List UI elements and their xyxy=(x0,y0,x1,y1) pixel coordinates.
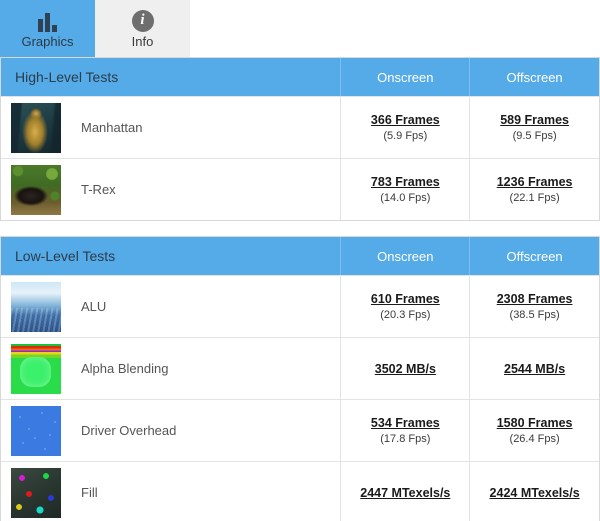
onscreen-score-cell[interactable]: 366 Frames (5.9 Fps) xyxy=(340,97,469,158)
column-header-offscreen: Offscreen xyxy=(469,237,599,275)
table-row: Manhattan 366 Frames (5.9 Fps) 589 Frame… xyxy=(1,96,599,158)
score-value[interactable]: 2424 MTexels/s xyxy=(490,486,580,500)
tab-strip: Graphics i Info xyxy=(0,0,600,57)
tab-info[interactable]: i Info xyxy=(95,0,190,57)
table-row: ALU 610 Frames (20.3 Fps) 2308 Frames (3… xyxy=(1,275,599,337)
column-header-offscreen: Offscreen xyxy=(469,58,599,96)
test-label: Alpha Blending xyxy=(81,361,169,376)
test-thumbnail-fill xyxy=(11,467,61,518)
test-thumbnail-manhattan xyxy=(11,102,61,153)
test-name-cell: Manhattan xyxy=(1,97,340,158)
column-header-onscreen: Onscreen xyxy=(340,58,469,96)
score-fps: (9.5 Fps) xyxy=(512,130,557,142)
bar-chart-icon xyxy=(38,10,57,32)
test-label: Manhattan xyxy=(81,120,143,135)
onscreen-score-cell[interactable]: 2447 MTexels/s xyxy=(340,462,469,521)
score-fps: (17.8 Fps) xyxy=(380,433,431,445)
test-label: ALU xyxy=(81,299,107,314)
score-fps: (22.1 Fps) xyxy=(509,192,560,204)
table-row: Alpha Blending 3502 MB/s 2544 MB/s xyxy=(1,337,599,399)
score-value[interactable]: 1236 Frames xyxy=(497,175,573,189)
test-thumbnail-alu xyxy=(11,281,61,332)
test-thumbnail-trex xyxy=(11,164,61,215)
tab-info-label: Info xyxy=(131,33,154,49)
table-row: Driver Overhead 534 Frames (17.8 Fps) 15… xyxy=(1,399,599,461)
table-header-row: High-Level Tests Onscreen Offscreen xyxy=(1,58,599,96)
test-name-cell: Alpha Blending xyxy=(1,338,340,399)
score-fps: (38.5 Fps) xyxy=(509,309,560,321)
score-value[interactable]: 2308 Frames xyxy=(497,292,573,306)
test-label: Fill xyxy=(81,485,98,500)
test-label: Driver Overhead xyxy=(81,423,177,438)
onscreen-score-cell[interactable]: 3502 MB/s xyxy=(340,338,469,399)
test-name-cell: Driver Overhead xyxy=(1,400,340,461)
score-value[interactable]: 3502 MB/s xyxy=(375,362,436,376)
tab-graphics[interactable]: Graphics xyxy=(0,0,95,57)
onscreen-score-cell[interactable]: 610 Frames (20.3 Fps) xyxy=(340,276,469,337)
score-value[interactable]: 783 Frames xyxy=(371,175,440,189)
test-thumbnail-driver-overhead xyxy=(11,405,61,456)
test-label: T-Rex xyxy=(81,182,116,197)
score-value[interactable]: 2544 MB/s xyxy=(504,362,565,376)
score-value[interactable]: 610 Frames xyxy=(371,292,440,306)
score-value[interactable]: 1580 Frames xyxy=(497,416,573,430)
offscreen-score-cell[interactable]: 2424 MTexels/s xyxy=(469,462,599,521)
column-header-onscreen: Onscreen xyxy=(340,237,469,275)
offscreen-score-cell[interactable]: 1580 Frames (26.4 Fps) xyxy=(469,400,599,461)
table-row: Fill 2447 MTexels/s 2424 MTexels/s xyxy=(1,461,599,521)
table-title: Low-Level Tests xyxy=(15,248,116,264)
test-thumbnail-alpha-blending xyxy=(11,343,61,394)
offscreen-score-cell[interactable]: 1236 Frames (22.1 Fps) xyxy=(469,159,599,220)
test-name-cell: T-Rex xyxy=(1,159,340,220)
test-name-cell: Fill xyxy=(1,462,340,521)
test-name-cell: ALU xyxy=(1,276,340,337)
onscreen-score-cell[interactable]: 534 Frames (17.8 Fps) xyxy=(340,400,469,461)
score-value[interactable]: 589 Frames xyxy=(500,113,569,127)
score-fps: (26.4 Fps) xyxy=(509,433,560,445)
offscreen-score-cell[interactable]: 2544 MB/s xyxy=(469,338,599,399)
score-fps: (20.3 Fps) xyxy=(380,309,431,321)
score-fps: (5.9 Fps) xyxy=(383,130,428,142)
tab-graphics-label: Graphics xyxy=(21,33,74,49)
table-row: T-Rex 783 Frames (14.0 Fps) 1236 Frames … xyxy=(1,158,599,220)
high-level-tests-table: High-Level Tests Onscreen Offscreen Manh… xyxy=(0,57,600,221)
low-level-tests-table: Low-Level Tests Onscreen Offscreen ALU 6… xyxy=(0,236,600,521)
offscreen-score-cell[interactable]: 2308 Frames (38.5 Fps) xyxy=(469,276,599,337)
offscreen-score-cell[interactable]: 589 Frames (9.5 Fps) xyxy=(469,97,599,158)
table-title: High-Level Tests xyxy=(15,69,119,85)
table-header-row: Low-Level Tests Onscreen Offscreen xyxy=(1,237,599,275)
info-circle-icon: i xyxy=(131,9,154,32)
score-value[interactable]: 534 Frames xyxy=(371,416,440,430)
score-value[interactable]: 366 Frames xyxy=(371,113,440,127)
score-value[interactable]: 2447 MTexels/s xyxy=(360,486,450,500)
onscreen-score-cell[interactable]: 783 Frames (14.0 Fps) xyxy=(340,159,469,220)
score-fps: (14.0 Fps) xyxy=(380,192,431,204)
